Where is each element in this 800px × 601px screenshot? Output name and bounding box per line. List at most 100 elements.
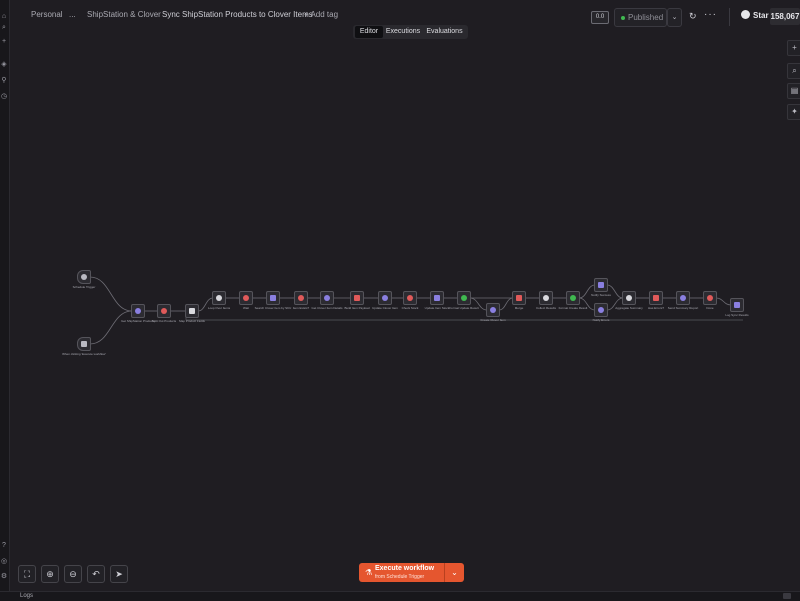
search-icon[interactable]: ⌕	[0, 24, 8, 32]
github-star-count[interactable]: 158,067	[770, 8, 800, 25]
zoom-out-button[interactable]: ⊖	[64, 565, 82, 583]
breadcrumb-ellipsis[interactable]: ...	[69, 10, 76, 19]
node-label: Search Clover Item by SKU	[254, 306, 292, 310]
pointer-tool-button[interactable]: ➤	[110, 565, 128, 583]
breadcrumb-project[interactable]: Personal	[31, 10, 63, 19]
node-label: Merge	[514, 306, 524, 310]
version-history-icon[interactable]: ↻	[689, 11, 699, 21]
expand-logs-icon[interactable]	[783, 593, 791, 599]
node-label: Get Clover Item Details	[311, 306, 343, 310]
workflow-node[interactable]	[157, 304, 171, 318]
execute-workflow-button[interactable]: ⚗ Execute workflow from Schedule Trigger	[359, 563, 444, 582]
node-label: Item Exists?	[292, 306, 310, 310]
home-icon[interactable]: ⌂	[0, 13, 8, 21]
node-label: Notify Success	[591, 293, 611, 297]
node-type-icon	[189, 308, 195, 314]
workflow-node[interactable]	[649, 291, 663, 305]
node-type-icon	[461, 295, 467, 301]
fit-view-button[interactable]: ⛶	[18, 565, 36, 583]
workflow-node[interactable]	[566, 291, 580, 305]
workflow-node[interactable]	[77, 337, 91, 351]
node-type-icon	[382, 295, 388, 301]
published-status-dot	[621, 16, 625, 20]
search-icon: ⌕	[792, 66, 797, 75]
workflow-node[interactable]	[430, 291, 444, 305]
plus-icon[interactable]: +	[0, 38, 8, 46]
workflow-node[interactable]	[594, 278, 608, 292]
workflow-icon[interactable]: ◈	[0, 61, 8, 69]
bell-icon[interactable]: ◎	[0, 558, 8, 566]
tab-evaluations[interactable]: Evaluations	[423, 26, 466, 38]
workflow-node[interactable]	[730, 298, 744, 312]
pointer-icon: ➤	[115, 569, 123, 579]
workflow-node[interactable]	[266, 291, 280, 305]
workflow-node[interactable]	[294, 291, 308, 305]
key-icon[interactable]: ⚲	[0, 77, 8, 85]
workflow-node[interactable]	[539, 291, 553, 305]
workflow-node[interactable]	[185, 304, 199, 318]
workflow-node[interactable]	[594, 303, 608, 317]
node-type-icon	[324, 295, 330, 301]
workflow-title[interactable]: Sync ShipStation Products to Clover Item…	[162, 10, 313, 19]
workflow-node[interactable]	[212, 291, 226, 305]
node-type-icon	[707, 295, 713, 301]
node-type-icon	[81, 274, 87, 280]
zoom-out-icon: ⊖	[69, 569, 77, 579]
node-type-icon	[734, 302, 740, 308]
tab-editor[interactable]: Editor	[355, 26, 383, 38]
workflow-node[interactable]	[622, 291, 636, 305]
help-icon[interactable]: ?	[0, 542, 8, 550]
workflow-node[interactable]	[350, 291, 364, 305]
workflow-node[interactable]	[77, 270, 91, 284]
workflow-canvas[interactable]	[9, 40, 787, 560]
add-tag-button[interactable]: + Add tag	[304, 10, 338, 19]
node-label: Map Product Fields	[179, 319, 205, 323]
settings-icon[interactable]: ⚙	[0, 573, 8, 581]
node-label: When clicking 'Execute workflow'	[62, 352, 106, 356]
node-label: Format Create Result	[558, 306, 588, 310]
publish-status-button[interactable]: Published	[614, 8, 667, 27]
workflow-node[interactable]	[378, 291, 392, 305]
workflow-node[interactable]	[457, 291, 471, 305]
workflow-node[interactable]	[512, 291, 526, 305]
sticky-note-button[interactable]: ▤	[787, 83, 800, 99]
undo-icon: ↶	[92, 569, 100, 579]
sparkle-icon: ✦	[791, 107, 798, 116]
breadcrumb-folder[interactable]: ShipStation & Clover	[87, 10, 161, 19]
node-type-icon	[570, 295, 576, 301]
node-type-icon	[598, 307, 604, 313]
workflow-node[interactable]	[703, 291, 717, 305]
execute-options-chevron-icon[interactable]: ⌄	[444, 563, 464, 582]
version-badge[interactable]: 0.0	[591, 11, 609, 24]
tab-executions[interactable]: Executions	[385, 26, 421, 38]
node-label: Send Summary Report	[667, 306, 699, 310]
publish-options-chevron-icon[interactable]: ⌄	[667, 8, 682, 27]
plus-icon: +	[792, 43, 797, 52]
undo-button[interactable]: ↶	[87, 565, 105, 583]
add-node-button[interactable]: +	[787, 40, 800, 56]
history-icon[interactable]: ◷	[0, 93, 8, 101]
workflow-node[interactable]	[486, 303, 500, 317]
node-label: Schedule Trigger	[72, 285, 96, 289]
node-label: Has Errors?	[647, 306, 665, 310]
node-type-icon	[407, 295, 413, 301]
workflow-node[interactable]	[131, 304, 145, 318]
node-type-icon	[243, 295, 249, 301]
node-type-icon	[434, 295, 440, 301]
node-label: Loop Over Items	[207, 306, 231, 310]
logs-label[interactable]: Logs	[20, 593, 33, 599]
node-type-icon	[354, 295, 360, 301]
more-options-button[interactable]: ···	[704, 9, 717, 20]
execute-workflow-sublabel: from Schedule Trigger	[375, 574, 425, 580]
zoom-in-button[interactable]: ⊕	[41, 565, 59, 583]
github-star-button[interactable]: Star	[741, 9, 769, 24]
node-label: Build Item Payload	[344, 306, 370, 310]
ai-assistant-button[interactable]: ✦	[787, 104, 800, 120]
search-nodes-button[interactable]: ⌕	[787, 63, 800, 79]
zoom-in-icon: ⊕	[46, 569, 54, 579]
workflow-node[interactable]	[676, 291, 690, 305]
workflow-node[interactable]	[403, 291, 417, 305]
view-tabs: Editor Executions Evaluations	[353, 25, 468, 39]
workflow-node[interactable]	[239, 291, 253, 305]
workflow-node[interactable]	[320, 291, 334, 305]
